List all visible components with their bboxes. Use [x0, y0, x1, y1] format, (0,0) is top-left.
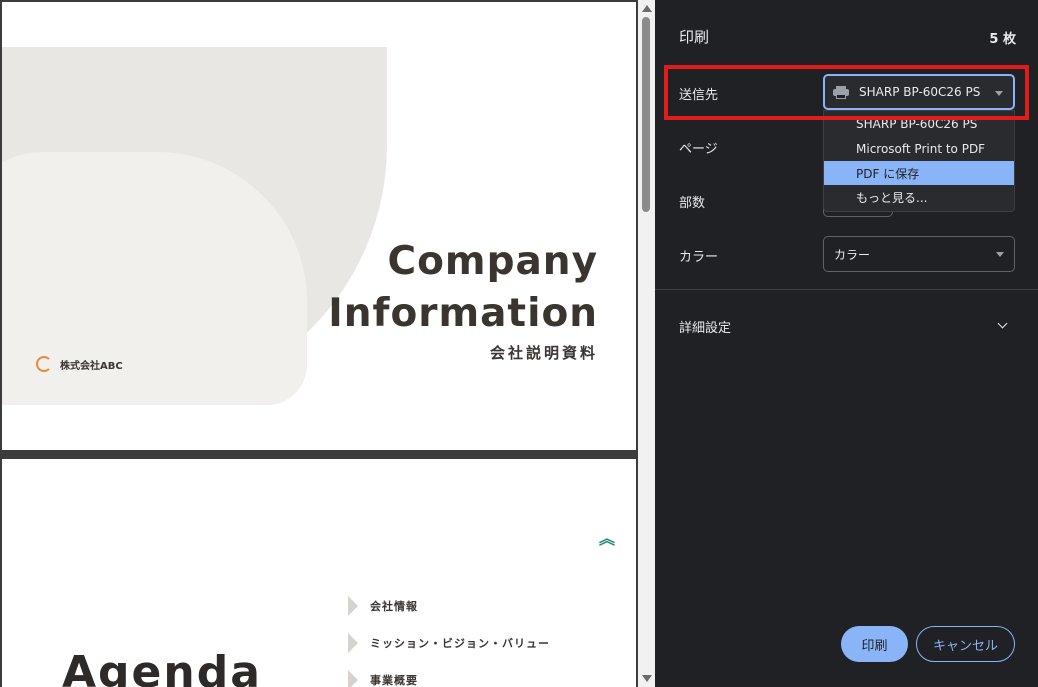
panel-title: 印刷 — [679, 28, 710, 46]
printer-icon — [833, 85, 849, 99]
print-settings-panel: 印刷 5 枚 送信先 SHARP BP-60C26 PS ページ 部数 カラー … — [655, 0, 1038, 687]
cover-background-shape — [152, 182, 272, 405]
color-select[interactable]: カラー — [823, 236, 1015, 272]
advanced-settings-label[interactable]: 詳細設定 — [679, 317, 731, 336]
agenda-item-label: ミッション・ビジョン・バリュー — [370, 636, 550, 650]
destination-option[interactable]: Microsoft Print to PDF — [824, 137, 1014, 161]
color-value: カラー — [834, 247, 871, 262]
divider — [655, 289, 1038, 290]
destination-option-highlighted[interactable]: PDF に保存 — [824, 161, 1014, 185]
agenda-list: 会社情報 ミッション・ビジョン・バリュー 事業概要 — [348, 587, 550, 687]
destination-value: SHARP BP-60C26 PS — [859, 85, 981, 99]
color-label: カラー — [679, 250, 719, 265]
agenda-item-label: 事業概要 — [370, 673, 418, 687]
scrollbar-thumb[interactable] — [642, 17, 650, 212]
sheet-count: 5 枚 — [989, 32, 1016, 47]
agenda-arrow-icon — [348, 595, 358, 616]
cover-title-line1: Company — [387, 239, 598, 284]
logo-chevron-icon: ︽ — [599, 529, 616, 548]
logo-mark-icon — [36, 356, 52, 372]
scroll-down-icon[interactable] — [642, 675, 652, 682]
destination-label: 送信先 — [679, 88, 719, 103]
company-logo: 株式会社ABC — [36, 356, 123, 372]
agenda-item: ミッション・ビジョン・バリュー — [348, 624, 550, 661]
preview-page-cover: Company Information 会社説明資料 株式会社ABC — [2, 2, 636, 450]
agenda-arrow-icon — [348, 669, 358, 687]
destination-dropdown-menu: SHARP BP-60C26 PS Microsoft Print to PDF… — [823, 110, 1015, 212]
agenda-arrow-icon — [348, 632, 358, 653]
agenda-title: Agenda — [62, 647, 262, 687]
print-button[interactable]: 印刷 — [841, 626, 908, 662]
chevron-down-icon[interactable] — [997, 318, 1008, 329]
copies-label: 部数 — [679, 196, 706, 211]
pages-label: ページ — [679, 142, 718, 157]
print-preview: Company Information 会社説明資料 株式会社ABC ︽ 会社情… — [0, 0, 655, 687]
agenda-item: 会社情報 — [348, 587, 550, 624]
destination-select[interactable]: SHARP BP-60C26 PS — [823, 74, 1015, 110]
destination-option[interactable]: SHARP BP-60C26 PS — [824, 111, 1014, 137]
cover-title: Company Information — [328, 236, 598, 340]
cover-subtitle: 会社説明資料 — [489, 344, 598, 362]
preview-scrollbar[interactable] — [638, 0, 655, 687]
cancel-button[interactable]: キャンセル — [916, 626, 1015, 662]
agenda-item-label: 会社情報 — [370, 599, 418, 613]
cover-title-line2: Information — [328, 291, 598, 336]
dropdown-arrow-icon — [996, 252, 1004, 257]
agenda-item: 事業概要 — [348, 661, 550, 687]
destination-option-more[interactable]: もっと見る... — [824, 185, 1014, 209]
company-name: 株式会社ABC — [60, 360, 123, 372]
dropdown-arrow-icon — [995, 91, 1003, 96]
scroll-up-icon[interactable] — [642, 5, 652, 12]
preview-page-agenda: ︽ 会社情報 ミッション・ビジョン・バリュー 事業概要 Agenda — [2, 459, 636, 687]
